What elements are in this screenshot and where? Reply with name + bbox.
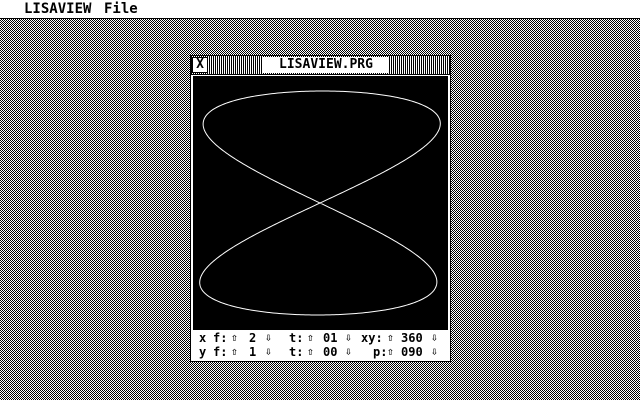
x-frequency-label: f: [213,331,228,345]
y-time-label: t: [289,345,304,359]
lissajous-canvas [193,76,448,330]
window-title: LISAVIEW.PRG [263,57,389,73]
phase-down-icon[interactable]: ⇩ [431,345,438,359]
xy-up-icon[interactable]: ⇧ [387,331,394,345]
y-time-down-icon[interactable]: ⇩ [345,345,352,359]
menu-file[interactable]: File [100,0,142,18]
y-frequency-label: f: [213,345,228,359]
menu-lisaview[interactable]: LISAVIEW [20,0,95,18]
y-frequency-up-icon[interactable]: ⇧ [231,345,238,359]
xy-value: 360 [401,331,423,345]
parameter-controls: x f: ⇧ 2 ⇩ t: ⇧ 01 ⇩ xy: ⇧ 360 ⇩ y f: ⇧ … [193,331,448,360]
x-frequency-up-icon[interactable]: ⇧ [231,331,238,345]
y-time-value: 00 [323,345,338,359]
x-frequency-value: 2 [249,331,257,345]
x-time-down-icon[interactable]: ⇩ [345,331,352,345]
x-axis-label: x [199,331,207,345]
xy-label: xy: [361,331,383,345]
x-time-up-icon[interactable]: ⇧ [307,331,314,345]
y-axis-label: y [199,345,207,359]
x-time-value: 01 [323,331,338,345]
y-frequency-value: 1 [249,345,257,359]
lissajous-curve [199,90,441,316]
x-frequency-down-icon[interactable]: ⇩ [265,331,272,345]
window-titlebar[interactable]: X LISAVIEW.PRG [191,56,450,75]
phase-up-icon[interactable]: ⇧ [387,345,394,359]
xy-down-icon[interactable]: ⇩ [431,331,438,345]
lisaview-window: X LISAVIEW.PRG x f: ⇧ 2 ⇩ t: ⇧ 01 ⇩ xy: … [190,55,451,362]
menu-bar: LISAVIEW File [0,0,640,19]
y-frequency-down-icon[interactable]: ⇩ [265,345,272,359]
phase-label: p: [373,345,388,359]
x-parameters-row: x f: ⇧ 2 ⇩ t: ⇧ 01 ⇩ xy: ⇧ 360 ⇩ [193,331,448,345]
lissajous-plot [193,76,448,330]
phase-value: 090 [401,345,423,359]
y-time-up-icon[interactable]: ⇧ [307,345,314,359]
x-time-label: t: [289,331,304,345]
close-icon[interactable]: X [192,57,208,73]
y-parameters-row: y f: ⇧ 1 ⇩ t: ⇧ 00 ⇩ p: ⇧ 090 ⇩ [193,345,448,359]
